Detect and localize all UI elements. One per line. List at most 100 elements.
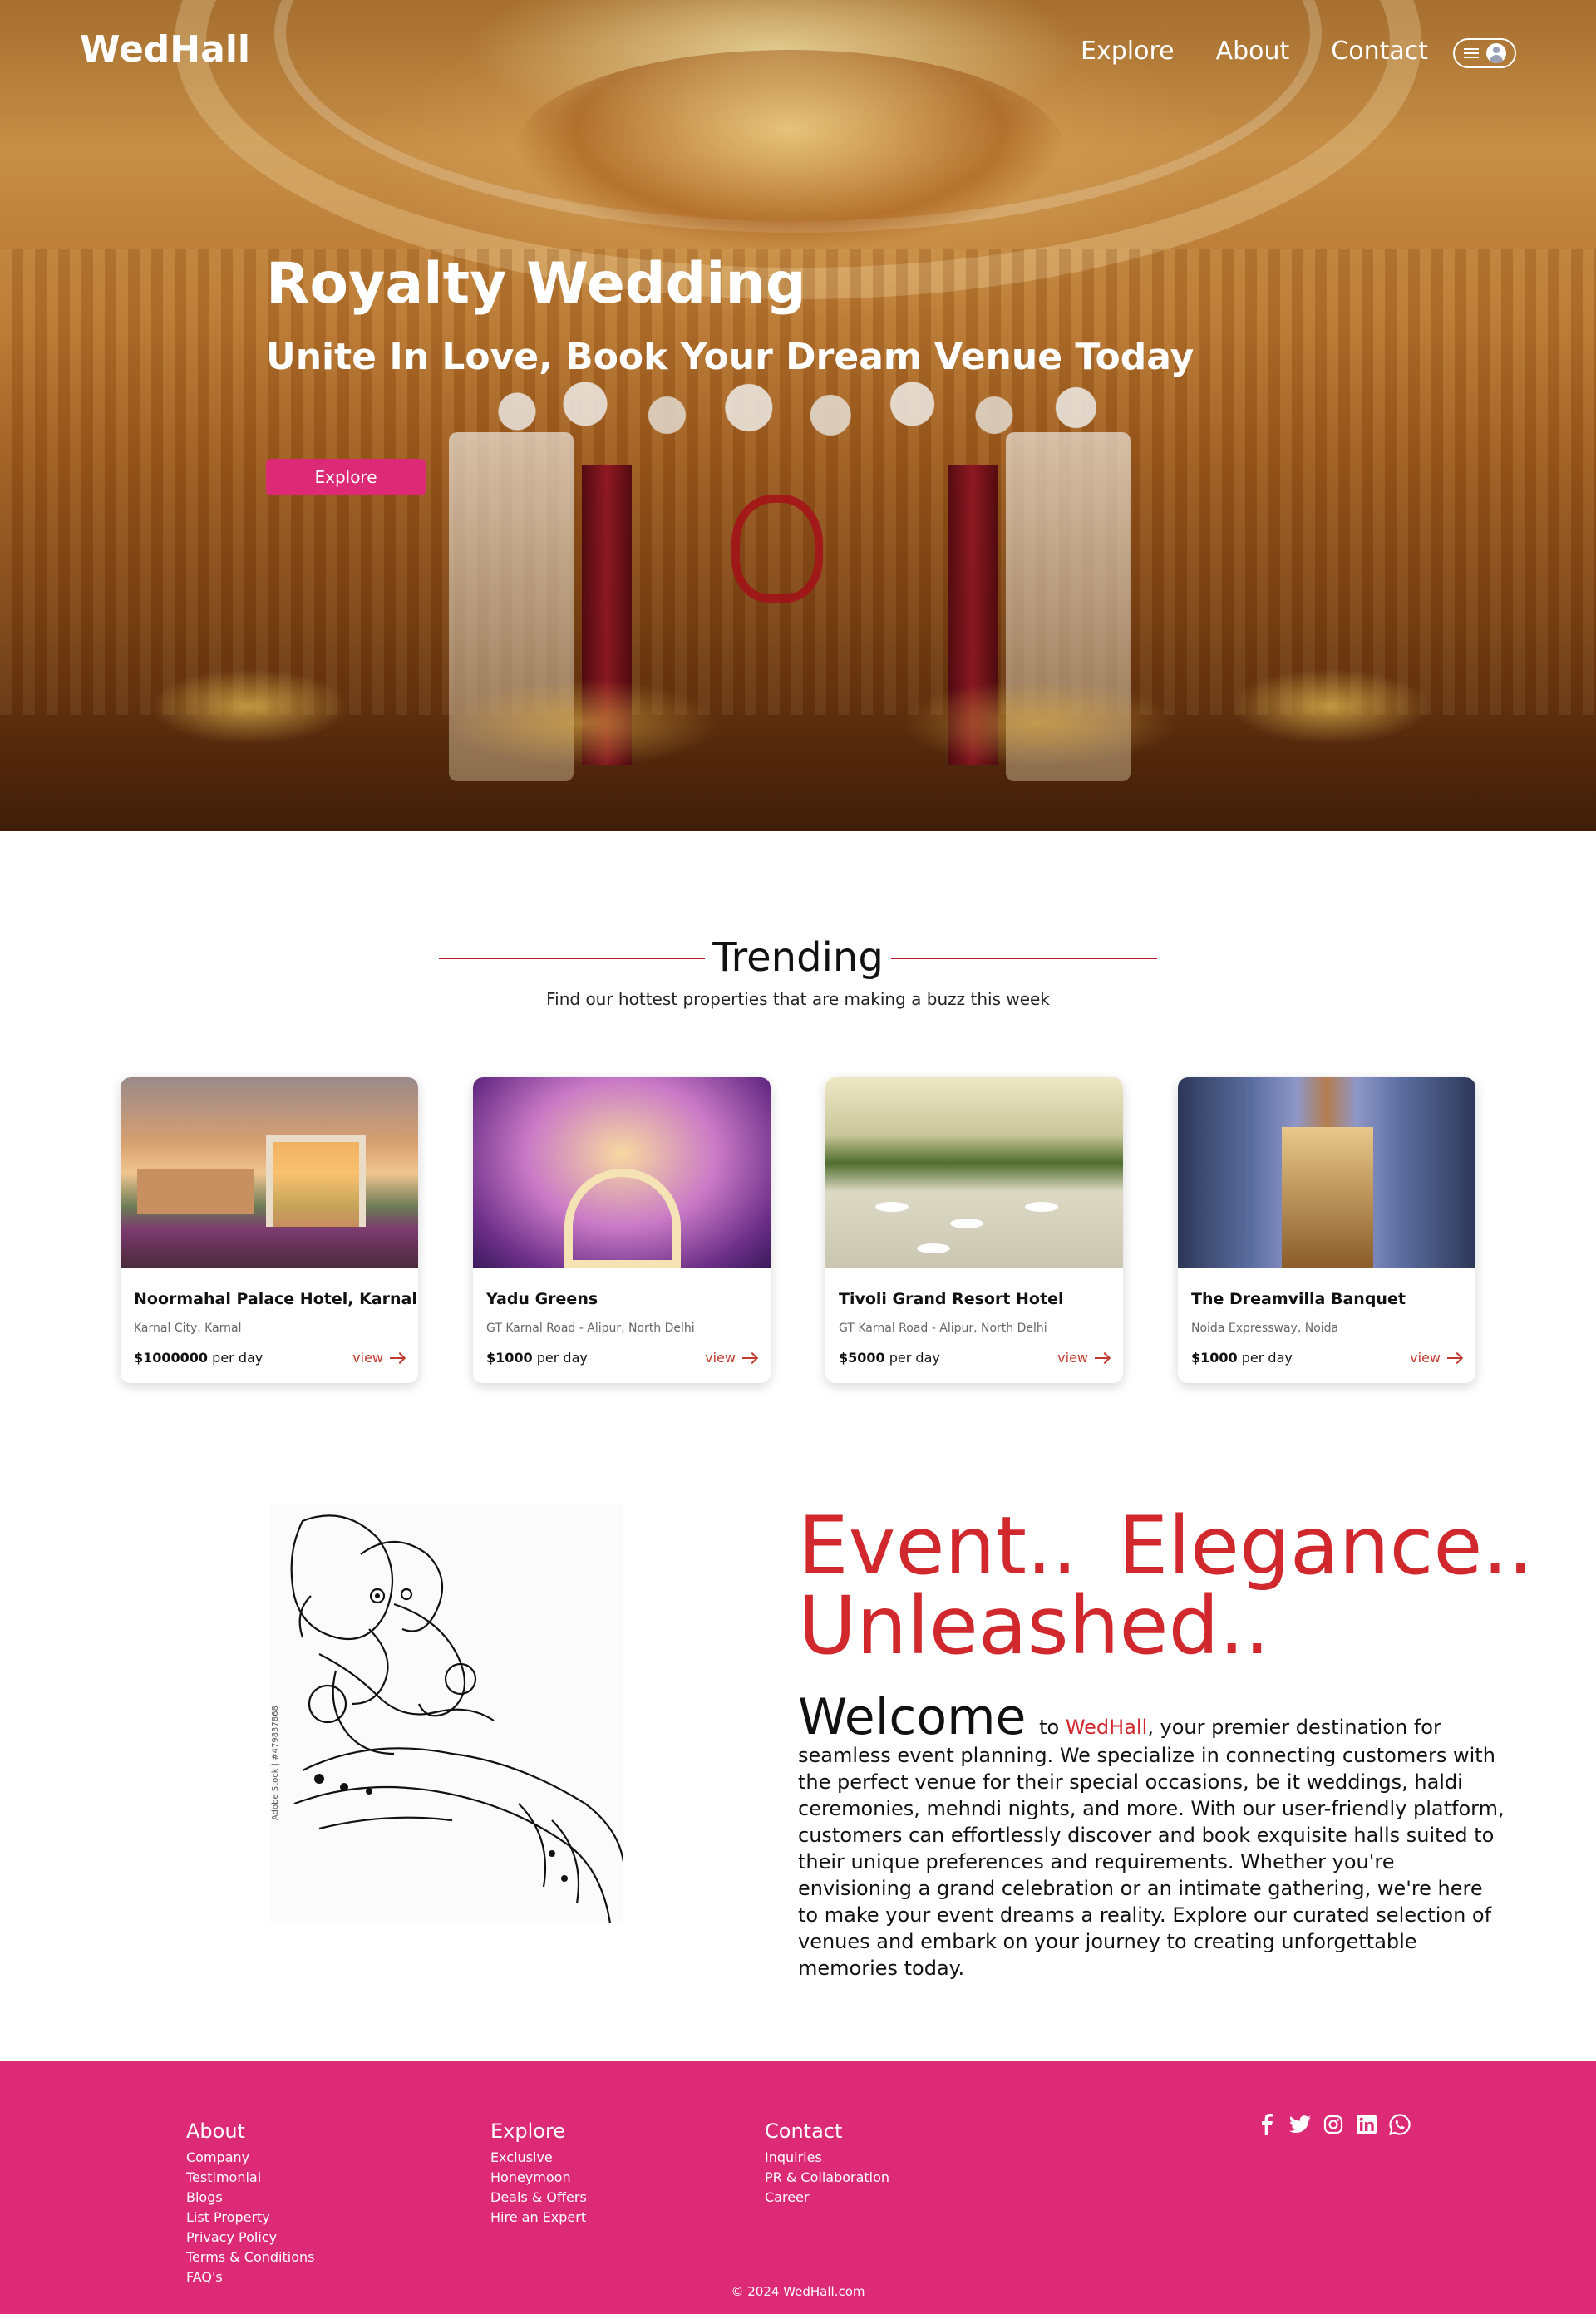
arrow-right-icon bbox=[390, 1356, 403, 1359]
user-menu-button[interactable] bbox=[1453, 38, 1516, 68]
venue-image[interactable] bbox=[121, 1077, 418, 1268]
ganesha-sketch-image bbox=[269, 1504, 623, 1923]
hero-title: Royalty Wedding bbox=[266, 251, 806, 317]
venue-price-value: $5000 bbox=[839, 1350, 885, 1366]
about-welcome-text: Welcome to WedHall, your premier destina… bbox=[798, 1692, 1506, 1982]
trending-cards: Noormahal Palace Hotel, Karnal Karnal Ci… bbox=[121, 1077, 1475, 1385]
venue-view-link[interactable]: view bbox=[352, 1350, 403, 1366]
venue-card[interactable]: Yadu Greens GT Karnal Road - Alipur, Nor… bbox=[473, 1077, 771, 1383]
twitter-icon[interactable] bbox=[1288, 2113, 1312, 2136]
venue-image-entrance bbox=[1282, 1127, 1373, 1268]
footer-link-terms[interactable]: Terms & Conditions bbox=[186, 2248, 314, 2267]
venue-image-palace bbox=[137, 1169, 254, 1214]
arrow-right-icon bbox=[1447, 1356, 1461, 1359]
venue-image-pavilion bbox=[266, 1135, 366, 1227]
footer-heading-about: About bbox=[186, 2120, 245, 2143]
venue-image[interactable] bbox=[473, 1077, 771, 1268]
main-nav: Explore About Contact bbox=[1081, 37, 1428, 66]
footer-link-testimonial[interactable]: Testimonial bbox=[186, 2168, 314, 2188]
venue-view-link[interactable]: view bbox=[1410, 1350, 1461, 1366]
venue-image[interactable] bbox=[825, 1077, 1123, 1268]
venue-image-table bbox=[950, 1219, 983, 1228]
footer-column-contact: Contact Inquiries PR & Collaboration Car… bbox=[765, 2120, 889, 2208]
footer-link-privacy-policy[interactable]: Privacy Policy bbox=[186, 2228, 314, 2248]
footer-heading-explore: Explore bbox=[490, 2120, 566, 2143]
footer-heading-contact: Contact bbox=[765, 2120, 843, 2143]
venue-view-label: view bbox=[1410, 1350, 1441, 1366]
footer-column-explore: Explore Exclusive Honeymoon Deals & Offe… bbox=[490, 2120, 587, 2228]
footer-link-company[interactable]: Company bbox=[186, 2148, 314, 2168]
whatsapp-icon[interactable] bbox=[1388, 2113, 1411, 2136]
venue-image-table bbox=[1025, 1202, 1058, 1212]
nav-link-about[interactable]: About bbox=[1216, 37, 1290, 66]
venue-price-unit: per day bbox=[536, 1350, 588, 1366]
footer-copyright: © 2024 WedHall.com bbox=[731, 2284, 865, 2299]
footer-link-inquiries[interactable]: Inquiries bbox=[765, 2148, 889, 2168]
trending-divider-right bbox=[891, 958, 1157, 959]
venue-image-table bbox=[917, 1243, 950, 1253]
nav-link-explore[interactable]: Explore bbox=[1081, 37, 1175, 66]
footer-column-about: About Company Testimonial Blogs List Pro… bbox=[186, 2120, 314, 2287]
venue-price-unit: per day bbox=[1241, 1350, 1293, 1366]
venue-view-label: view bbox=[1057, 1350, 1088, 1366]
trending-subtitle: Find our hottest properties that are mak… bbox=[546, 989, 1050, 1009]
venue-price-unit: per day bbox=[889, 1350, 940, 1366]
venue-price: $5000 per day bbox=[839, 1350, 940, 1366]
hero-explore-button[interactable]: Explore bbox=[266, 459, 426, 495]
welcome-heading: Welcome bbox=[798, 1688, 1027, 1746]
footer-link-hire-expert[interactable]: Hire an Expert bbox=[490, 2208, 587, 2228]
venue-image-table bbox=[875, 1202, 909, 1212]
footer-link-exclusive[interactable]: Exclusive bbox=[490, 2148, 587, 2168]
nav-link-contact[interactable]: Contact bbox=[1331, 37, 1428, 66]
hero-banner: WedHall Explore About Contact Royalty We… bbox=[0, 0, 1596, 831]
footer-link-career[interactable]: Career bbox=[765, 2188, 889, 2208]
venue-image[interactable] bbox=[1178, 1077, 1475, 1268]
venue-card[interactable]: Tivoli Grand Resort Hotel GT Karnal Road… bbox=[825, 1077, 1123, 1383]
venue-price-value: $1000 bbox=[1191, 1350, 1238, 1366]
footer-link-deals[interactable]: Deals & Offers bbox=[490, 2188, 587, 2208]
hero-shade bbox=[0, 0, 1596, 831]
venue-view-label: view bbox=[352, 1350, 383, 1366]
venue-location: GT Karnal Road - Alipur, North Delhi bbox=[486, 1322, 695, 1335]
welcome-brand: WedHall bbox=[1065, 1716, 1148, 1739]
instagram-icon[interactable] bbox=[1322, 2113, 1345, 2136]
venue-location: Karnal City, Karnal bbox=[134, 1322, 242, 1335]
venue-price: $1000 per day bbox=[486, 1350, 588, 1366]
hero-subtitle: Unite In Love, Book Your Dream Venue Tod… bbox=[266, 336, 1195, 378]
welcome-to: to bbox=[1039, 1716, 1060, 1739]
venue-price-unit: per day bbox=[212, 1350, 264, 1366]
footer-link-blogs[interactable]: Blogs bbox=[186, 2188, 314, 2208]
venue-card[interactable]: Noormahal Palace Hotel, Karnal Karnal Ci… bbox=[121, 1077, 418, 1383]
venue-price-value: $1000000 bbox=[134, 1350, 209, 1366]
venue-location: GT Karnal Road - Alipur, North Delhi bbox=[839, 1322, 1047, 1335]
site-footer: About Company Testimonial Blogs List Pro… bbox=[0, 2061, 1596, 2314]
venue-price: $1000000 per day bbox=[134, 1350, 263, 1366]
venue-name: Yadu Greens bbox=[486, 1290, 598, 1308]
footer-link-list-property[interactable]: List Property bbox=[186, 2208, 314, 2228]
facebook-icon[interactable] bbox=[1255, 2113, 1278, 2136]
about-tagline: Event.. Elegance.. Unleashed.. bbox=[798, 1499, 1534, 1672]
arrow-right-icon bbox=[742, 1356, 756, 1359]
social-links bbox=[1255, 2113, 1411, 2136]
trending-header: Trending bbox=[0, 931, 1596, 989]
venue-price: $1000 per day bbox=[1191, 1350, 1293, 1366]
linkedin-icon[interactable] bbox=[1355, 2113, 1378, 2136]
welcome-body: , your premier destination for seamless … bbox=[798, 1716, 1505, 1980]
venue-card[interactable]: The Dreamvilla Banquet Noida Expressway,… bbox=[1178, 1077, 1475, 1383]
site-logo[interactable]: WedHall bbox=[80, 28, 250, 71]
trending-title: Trending bbox=[712, 934, 884, 981]
footer-link-pr[interactable]: PR & Collaboration bbox=[765, 2168, 889, 2188]
venue-image-stage-arch bbox=[564, 1169, 681, 1268]
venue-view-label: view bbox=[705, 1350, 736, 1366]
venue-name: Tivoli Grand Resort Hotel bbox=[839, 1290, 1064, 1308]
venue-view-link[interactable]: view bbox=[705, 1350, 756, 1366]
venue-name: The Dreamvilla Banquet bbox=[1191, 1290, 1406, 1308]
sketch-caption: Adobe Stock | #479837868 bbox=[271, 1706, 280, 1820]
arrow-right-icon bbox=[1095, 1356, 1108, 1359]
venue-location: Noida Expressway, Noida bbox=[1191, 1322, 1339, 1335]
venue-view-link[interactable]: view bbox=[1057, 1350, 1108, 1366]
footer-link-honeymoon[interactable]: Honeymoon bbox=[490, 2168, 587, 2188]
ganesha-sketch-drawing bbox=[290, 1514, 623, 1923]
user-avatar-icon bbox=[1485, 43, 1506, 63]
menu-icon bbox=[1463, 48, 1479, 58]
